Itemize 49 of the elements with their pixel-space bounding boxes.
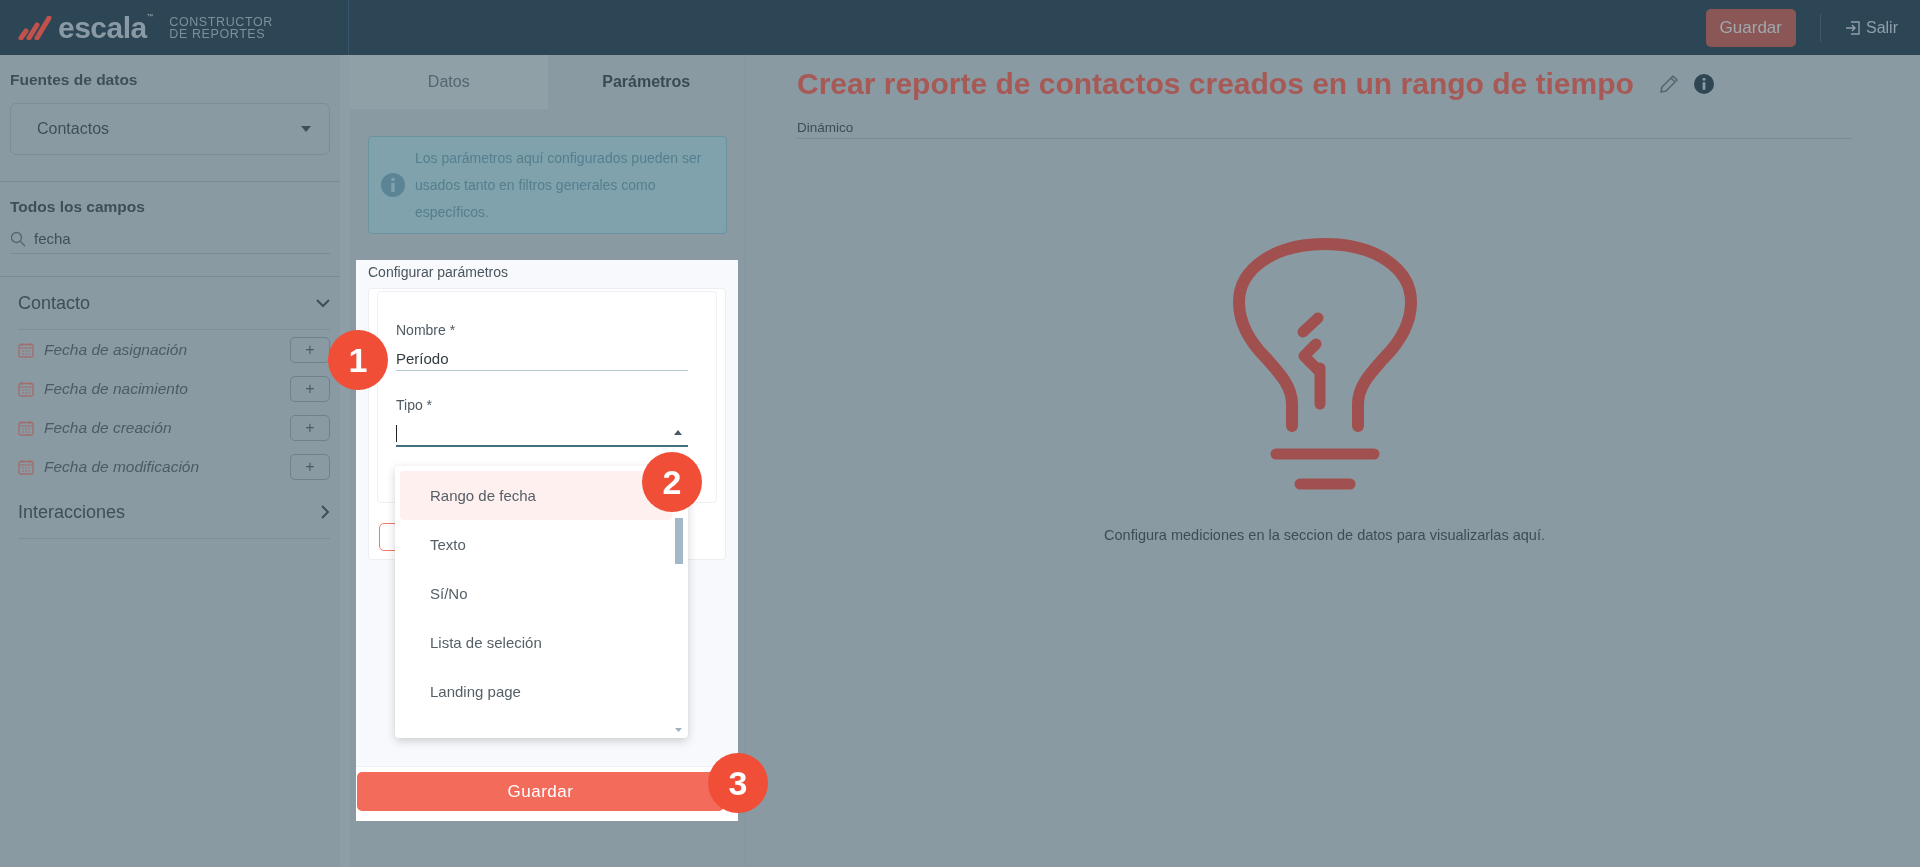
exit-link[interactable]: Salir: [1845, 18, 1898, 37]
tab[interactable]: Datos: [350, 55, 548, 109]
add-field-button[interactable]: +: [290, 414, 330, 441]
exit-icon: [1845, 19, 1861, 36]
empty-state-message: Configura mediciones en la seccion de datos para visualizarlas aquí.: [1104, 527, 1545, 543]
info-icon: [381, 173, 405, 197]
data-source-select[interactable]: Contactos: [10, 103, 330, 155]
dropdown-option[interactable]: Texto: [400, 520, 672, 569]
field-name: Fecha de modificación: [44, 457, 201, 476]
field-name: Fecha de asignación: [44, 340, 189, 359]
caret-up-icon: [674, 430, 682, 435]
chevron-down-icon: [316, 298, 330, 308]
dropdown-option[interactable]: Lista de seleción: [400, 618, 672, 667]
search-field[interactable]: fecha: [10, 230, 330, 254]
section-title: Fuentes de datos: [10, 71, 139, 89]
group-header[interactable]: Interacciones: [18, 486, 330, 539]
calendar-icon: [18, 341, 34, 358]
report-title: Crear reporte de contactos creados en un rango de tiempo: [797, 67, 1634, 101]
save-button[interactable]: Guardar: [357, 772, 724, 811]
chevron-right-icon: [321, 505, 330, 519]
app-subtitle: CONSTRUCTOR DE REPORTES: [169, 15, 274, 40]
dropdown-option[interactable]: Landing page: [400, 667, 672, 716]
pencil-icon[interactable]: [1657, 73, 1680, 95]
logo-icon: [18, 15, 52, 40]
search-icon: [10, 230, 26, 247]
group-header[interactable]: Contacto: [18, 277, 330, 330]
calendar-icon: [18, 458, 34, 475]
logo-text: escala$^{™}$: [58, 12, 154, 43]
calendar-icon: [18, 419, 34, 436]
field-name: Fecha de nacimiento: [44, 379, 189, 398]
add-field-button[interactable]: +: [290, 375, 330, 402]
scroll-down-icon: [675, 728, 682, 732]
step-number-badge: 3: [708, 753, 768, 813]
caret-icon: [301, 126, 311, 132]
tab[interactable]: Parámetros: [547, 55, 745, 109]
info-icon[interactable]: [1693, 74, 1714, 94]
step-number-badge: 1: [328, 330, 388, 390]
section-title: Configurar parámetros: [367, 263, 510, 282]
field-label: Tipo *: [396, 397, 434, 413]
section-title: Todos los campos: [10, 198, 146, 216]
field-label: Nombre *: [396, 322, 457, 338]
field-name: Fecha de creación: [44, 418, 173, 437]
scrollbar-thumb[interactable]: [675, 518, 683, 564]
input-field[interactable]: Período: [396, 346, 688, 371]
mode-label: Dinámico: [797, 120, 1852, 139]
calendar-icon: [18, 380, 34, 397]
add-field-button[interactable]: +: [290, 453, 330, 480]
dropdown-option[interactable]: Sí/No: [400, 569, 672, 618]
save-button[interactable]: Guardar: [1705, 8, 1796, 47]
